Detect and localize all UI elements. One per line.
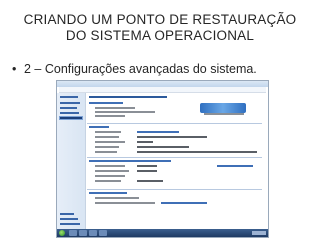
sidebar-link-windows-update[interactable]	[60, 223, 80, 225]
slide-title-line-1: CRIANDO UM PONTO DE RESTAURAÇÃO	[23, 12, 297, 27]
sidebar-link-remote-settings[interactable]	[60, 107, 77, 109]
taskbar-item[interactable]	[69, 230, 77, 236]
sidebar-link-see-also[interactable]	[60, 213, 74, 215]
slide-title: CRIANDO UM PONTO DE RESTAURAÇÃO DO SISTE…	[0, 12, 320, 44]
sidebar-link-action-center[interactable]	[60, 218, 78, 220]
sidebar-link-advanced-system-settings[interactable]	[59, 116, 83, 120]
system-tray[interactable]	[252, 231, 266, 235]
bullet-marker: •	[12, 62, 17, 76]
system-properties-screenshot	[56, 80, 269, 238]
control-panel-sidebar	[57, 93, 86, 229]
product-key-link[interactable]	[161, 202, 207, 204]
taskbar-item[interactable]	[89, 230, 97, 236]
section-system	[89, 126, 109, 128]
section-computer-name	[89, 160, 171, 162]
panel-heading	[89, 96, 167, 98]
section-windows-activation	[89, 192, 127, 194]
sidebar-link-home[interactable]	[60, 96, 78, 98]
change-settings-link[interactable]	[217, 165, 253, 167]
windows-taskbar	[57, 229, 268, 237]
slide-title-line-2: DO SISTEMA OPERACIONAL	[65, 28, 255, 43]
taskbar-item[interactable]	[79, 230, 87, 236]
rating-link[interactable]	[137, 131, 179, 133]
sidebar-link-device-manager[interactable]	[60, 102, 80, 104]
taskbar-item[interactable]	[99, 230, 107, 236]
bullet-text: 2 – Configurações avançadas do sistema.	[24, 62, 257, 76]
system-info-panel	[87, 93, 266, 229]
section-windows-edition	[89, 102, 123, 104]
bullet-item: • 2 – Configurações avançadas do sistema.	[12, 62, 312, 76]
start-orb-icon[interactable]	[59, 230, 65, 236]
windows-logo-icon	[200, 103, 246, 113]
sidebar-link-system-protection[interactable]	[60, 112, 79, 114]
